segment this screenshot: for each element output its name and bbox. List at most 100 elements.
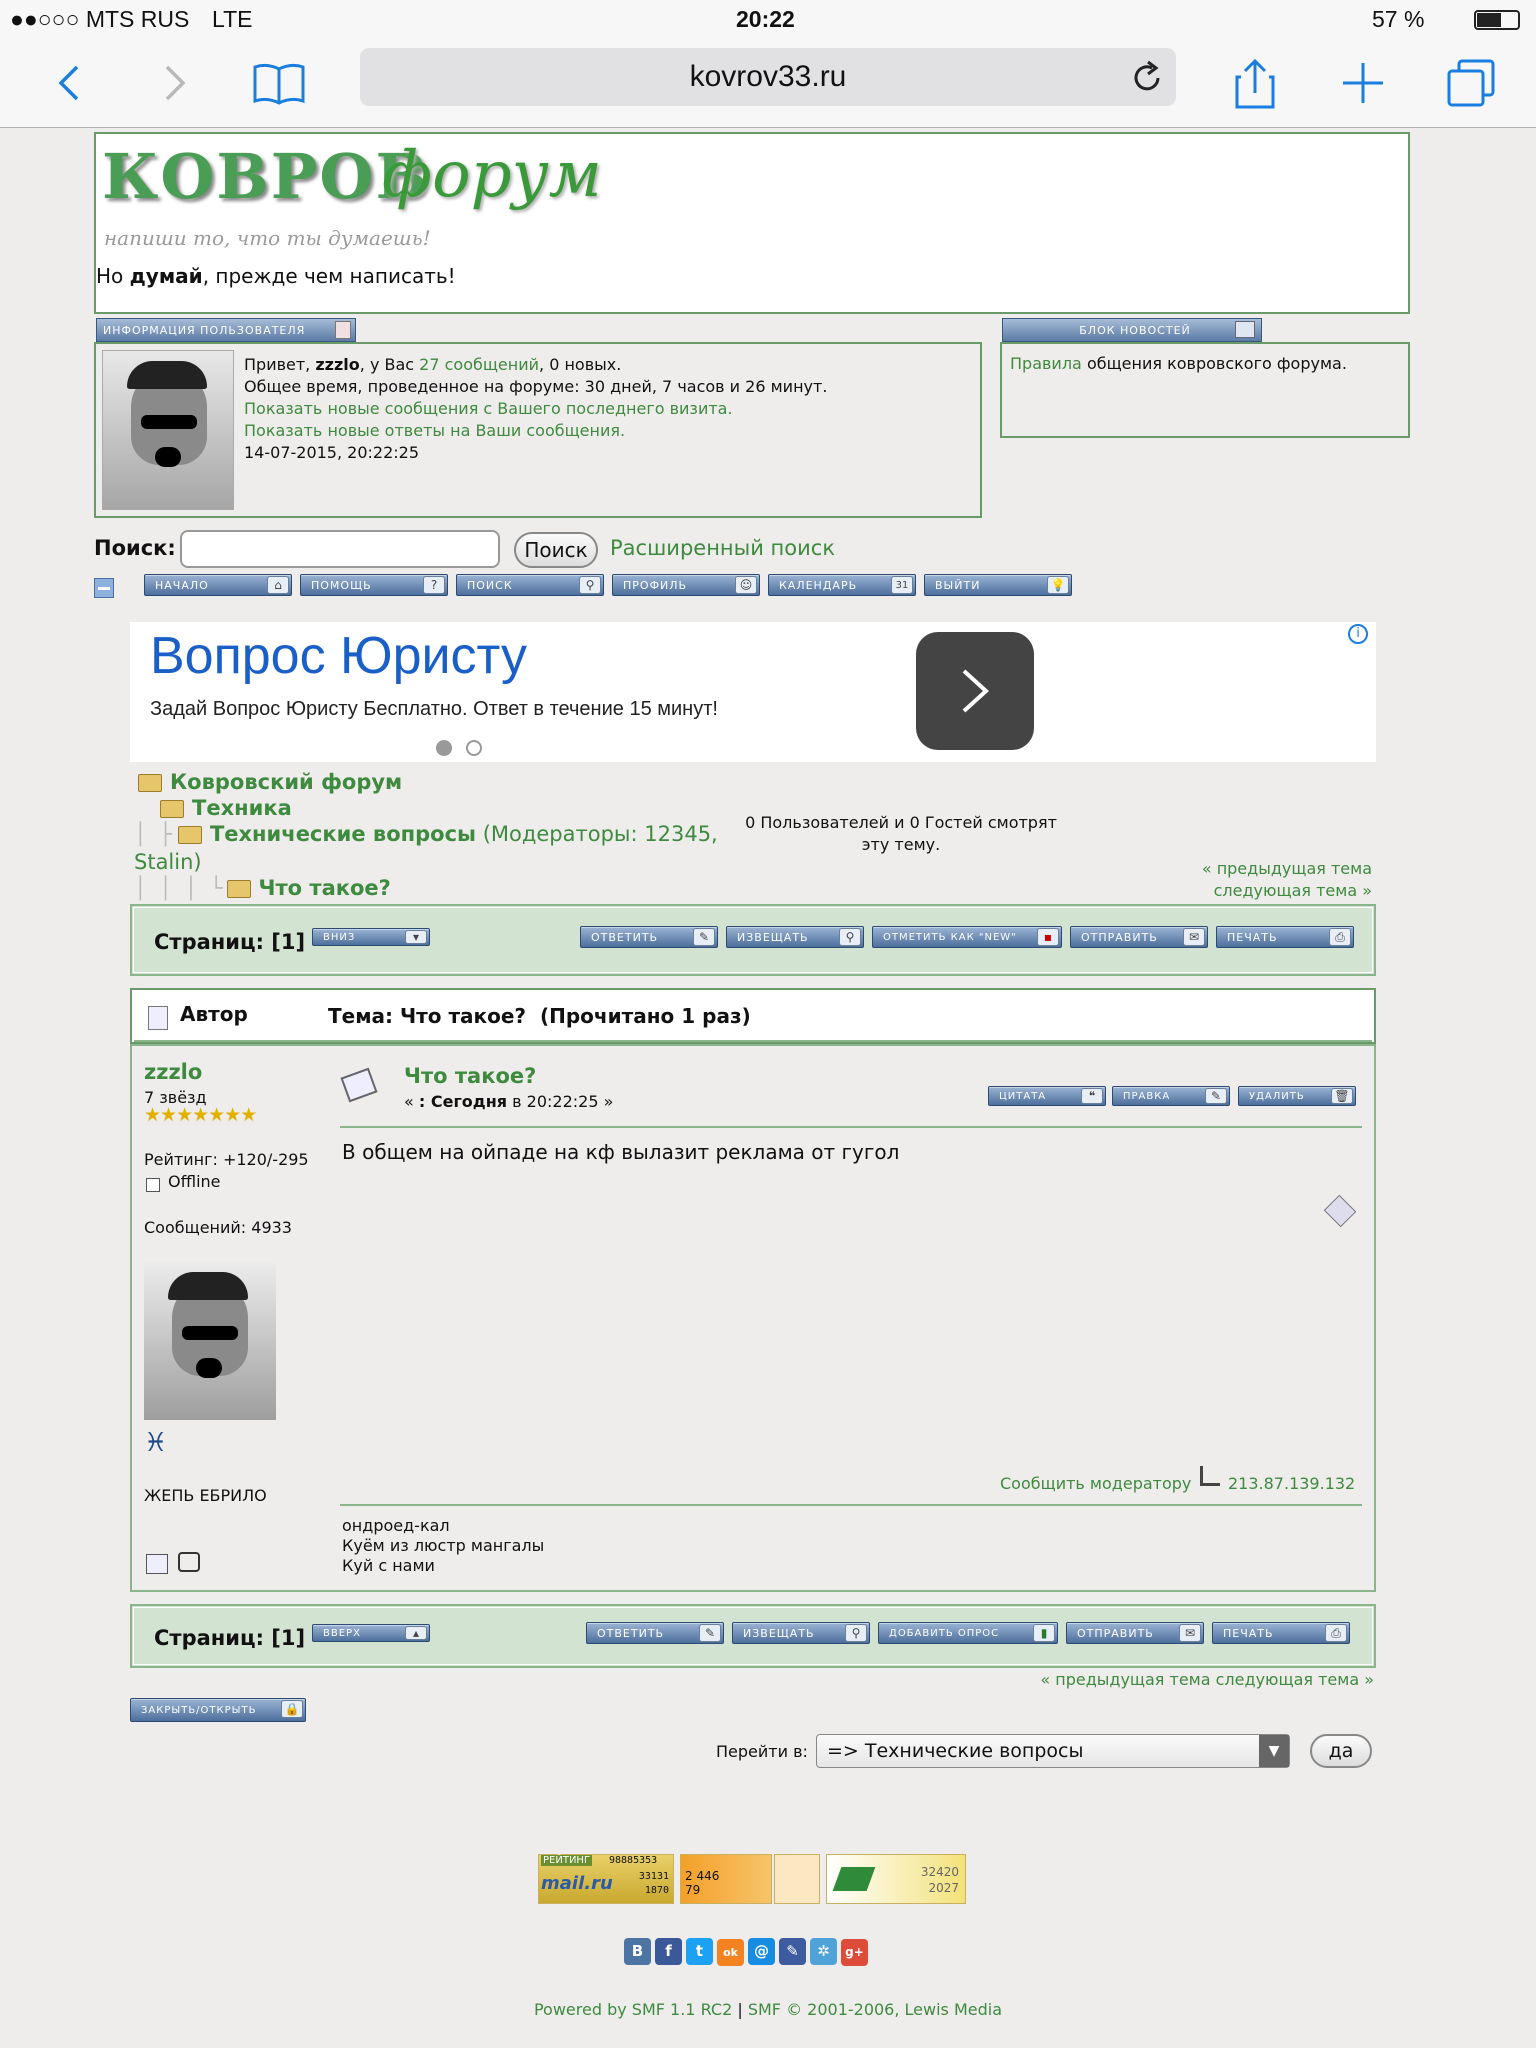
menu-help[interactable]: ПОМОЩЬ?: [300, 574, 448, 596]
counter3-a: 32420: [920, 1865, 959, 1879]
search-input[interactable]: [180, 530, 500, 568]
add-poll-button[interactable]: ДОБАВИТЬ ОПРОС ▮: [878, 1622, 1058, 1644]
search-label: Поиск:: [94, 536, 176, 560]
reload-icon[interactable]: [1132, 60, 1164, 102]
mark-new-button[interactable]: ОТМЕТИТЬ КАК "NEW" ▪: [872, 926, 1062, 948]
delete-button[interactable]: УДАЛИТЬ 🗑: [1238, 1086, 1356, 1106]
odnoklassniki-icon[interactable]: ok: [717, 1939, 744, 1966]
edit-label: ПРАВКА: [1123, 1090, 1171, 1102]
mailru-counter[interactable]: РЕЙТИНГ 98885353 mail.ru 33131 1870: [538, 1854, 674, 1904]
menu-profile-label: ПРОФИЛЬ: [623, 578, 688, 592]
breadcrumb-l1-link[interactable]: Техника: [192, 796, 292, 820]
avatar: [102, 350, 234, 510]
breadcrumb-root[interactable]: Ковровский форум: [138, 770, 402, 794]
new-replies-link[interactable]: Показать новые ответы на Ваши сообщения.: [244, 420, 827, 442]
author-header: Автор: [180, 1002, 248, 1026]
prev-next-topic-bottom[interactable]: « предыдущая тема следующая тема »: [1000, 1670, 1374, 1689]
reply-button[interactable]: ОТВЕТИТЬ ✎: [580, 926, 718, 948]
jump-go-button[interactable]: да: [1310, 1734, 1372, 1768]
print-button-bottom[interactable]: ПЕЧАТЬ ⎙: [1212, 1622, 1350, 1644]
menu-profile[interactable]: ПРОФИЛЬ ☺: [612, 574, 760, 596]
notify-button[interactable]: ИЗВЕЩАТЬ ⚲: [726, 926, 864, 948]
livejournal-icon[interactable]: ✎: [779, 1938, 806, 1965]
post-subject[interactable]: Что такое?: [404, 1064, 536, 1088]
post-author-link[interactable]: zzzlo: [144, 1060, 202, 1084]
breadcrumb-l1[interactable]: Техника: [160, 796, 292, 820]
edit-button[interactable]: ПРАВКА ✎: [1112, 1086, 1230, 1106]
twitter-icon[interactable]: t: [686, 1938, 713, 1965]
reply-button-bottom[interactable]: ОТВЕТИТЬ ✎: [586, 1622, 724, 1644]
menu-home[interactable]: НАЧАЛО ⌂: [144, 574, 292, 596]
vk-icon[interactable]: В: [624, 1938, 651, 1965]
bookmarks-icon[interactable]: [244, 48, 314, 118]
carousel-dot-active[interactable]: [436, 740, 452, 756]
breadcrumb-root-link[interactable]: Ковровский форум: [170, 770, 402, 794]
home-icon: ⌂: [267, 576, 289, 594]
address-bar[interactable]: kovrov33.ru: [360, 48, 1176, 106]
carousel-dot[interactable]: [466, 740, 482, 756]
mailru-count-a: 98885353: [609, 1855, 658, 1866]
forward-icon[interactable]: [140, 48, 210, 118]
mailru-count-c: 1870: [644, 1885, 669, 1896]
quote-button[interactable]: ЦИТАТА ❝: [988, 1086, 1106, 1106]
send-button[interactable]: ОТПРАВИТЬ ✉: [1070, 926, 1208, 948]
quick-edit-icon[interactable]: [1323, 1194, 1357, 1228]
ad-title: Вопрос Юристу: [150, 627, 527, 685]
message-icon[interactable]: [178, 1552, 200, 1572]
up-button[interactable]: ВВЕРХ ▴: [312, 1624, 430, 1642]
mailru-logo: mail.ru: [541, 1873, 613, 1894]
greeting-mid: , у Вас: [359, 355, 420, 374]
liveinternet-icon[interactable]: ✲: [810, 1938, 837, 1965]
notify-button-bottom[interactable]: ИЗВЕЩАТЬ ⚲: [732, 1622, 870, 1644]
mark-new-label: ОТМЕТИТЬ КАК "NEW": [883, 931, 1017, 943]
userinfo-panel: Привет, zzzlo, у Вас 27 сообщений, 0 нов…: [94, 342, 982, 518]
down-button[interactable]: ВНИЗ ▾: [312, 928, 430, 946]
signature-line: Куй с нами: [342, 1556, 435, 1575]
date-bold: : Сегодня: [418, 1092, 508, 1111]
copyright-link[interactable]: SMF © 2001-2006, Lewis Media: [748, 2000, 1002, 2019]
profile-icon: ☺: [735, 576, 757, 594]
post-ip[interactable]: 213.87.139.132: [1228, 1474, 1355, 1493]
menu-logout[interactable]: ВЫЙТИ 💡: [924, 574, 1072, 596]
search-button[interactable]: Поиск: [514, 532, 598, 568]
send-button-bottom[interactable]: ОТПРАВИТЬ ✉: [1066, 1622, 1204, 1644]
share-icon[interactable]: [1220, 48, 1290, 118]
collapse-icon[interactable]: [94, 578, 114, 598]
li-count-b: 79: [685, 1883, 701, 1897]
smf-link[interactable]: Powered by SMF 1.1 RC2: [534, 2000, 732, 2019]
breadcrumb-l3-link[interactable]: Что такое?: [259, 876, 391, 900]
mailru-icon[interactable]: @: [748, 1938, 775, 1965]
ad-banner[interactable]: Вопрос Юристу Задай Вопрос Юристу Беспла…: [130, 622, 1376, 762]
advanced-search-link[interactable]: Расширенный поиск: [610, 536, 835, 560]
new-posts-link[interactable]: Показать новые сообщения с Вашего послед…: [244, 398, 827, 420]
new-tab-icon[interactable]: [1328, 48, 1398, 118]
messages-link[interactable]: 27 сообщений: [419, 355, 539, 374]
userinfo-tab-label: ИНФОРМАЦИЯ ПОЛЬЗОВАТЕЛЯ: [103, 323, 306, 337]
facebook-icon[interactable]: f: [655, 1938, 682, 1965]
envelope-icon: ✉: [1179, 1624, 1201, 1642]
moderators-text[interactable]: (Модераторы: 12345,: [476, 822, 718, 846]
profile-card-icon[interactable]: [146, 1554, 168, 1574]
adchoices-icon[interactable]: i: [1348, 624, 1368, 644]
chevron-down-icon: ▼: [1259, 1735, 1289, 1767]
menu-calendar[interactable]: КАЛЕНДАРЬ 31: [768, 574, 916, 596]
jump-select[interactable]: => Технические вопросы ▼: [816, 1734, 1290, 1768]
tabs-icon[interactable]: [1436, 48, 1506, 118]
report-to-moderator-link[interactable]: Сообщить модератору: [1000, 1474, 1191, 1493]
counter-3[interactable]: 32420 2027: [826, 1854, 966, 1904]
news-tab[interactable]: БЛОК НОВОСТЕЙ: [1002, 318, 1262, 342]
breadcrumb-l2-link[interactable]: Технические вопросы: [210, 822, 476, 846]
rules-link[interactable]: Правила: [1010, 354, 1082, 373]
clock: 20:22: [736, 6, 795, 32]
author-post-count: Сообщений: 4933: [144, 1218, 292, 1237]
moderators-text-2[interactable]: Stalin): [134, 850, 202, 874]
prev-next-topic-top[interactable]: « предыдущая тема следующая тема »: [1100, 858, 1372, 902]
ad-arrow-button[interactable]: [916, 632, 1034, 750]
back-icon[interactable]: [34, 48, 104, 118]
google-plus-icon[interactable]: g+: [841, 1939, 868, 1966]
liveinternet-counter[interactable]: 2 446 79: [680, 1854, 772, 1904]
menu-search[interactable]: ПОИСК ⚲: [456, 574, 604, 596]
lock-button[interactable]: ЗАКРЫТЬ/ОТКРЫТЬ 🔒: [130, 1698, 306, 1722]
userinfo-tab[interactable]: ИНФОРМАЦИЯ ПОЛЬЗОВАТЕЛЯ: [96, 318, 356, 342]
print-button[interactable]: ПЕЧАТЬ ⎙: [1216, 926, 1354, 948]
